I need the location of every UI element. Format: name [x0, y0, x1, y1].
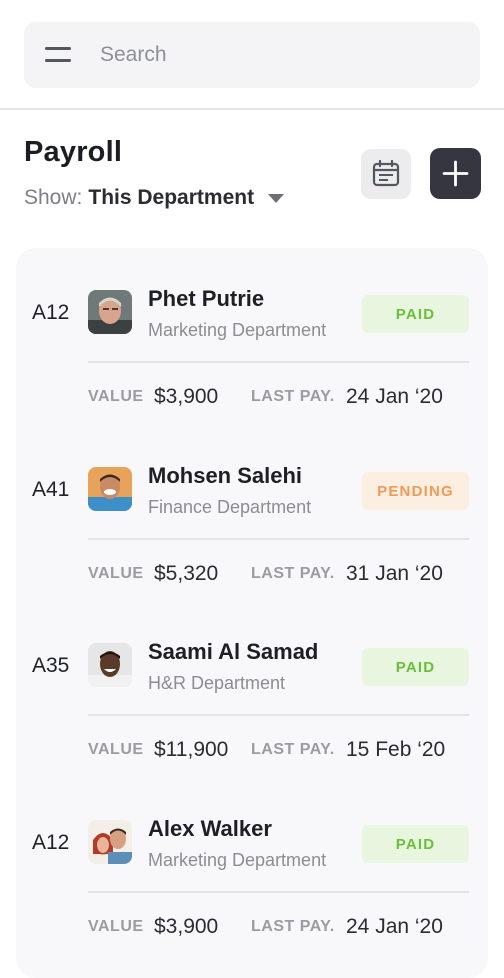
- row-divider: [88, 538, 469, 540]
- employee-name: Mohsen Salehi: [148, 463, 303, 488]
- last-pay-date: 24 Jan ‘20: [346, 915, 443, 938]
- row-divider: [88, 714, 469, 716]
- calendar-icon: [372, 160, 400, 187]
- avatar: [88, 467, 132, 511]
- employee-id: A12: [32, 301, 70, 324]
- calendar-button[interactable]: [361, 149, 411, 199]
- employee-department: Finance Department: [148, 497, 312, 517]
- search-input[interactable]: [100, 32, 460, 78]
- employee-id: A41: [32, 478, 70, 501]
- employee-department: H&R Department: [148, 673, 286, 693]
- payroll-item[interactable]: A12 Alex Walker Marketing Department PAI…: [16, 778, 488, 955]
- last-pay-date: 31 Jan ‘20: [346, 562, 443, 585]
- value-label: VALUE: [88, 741, 144, 758]
- employee-department: Marketing Department: [148, 850, 327, 870]
- caret-down-icon: [268, 193, 285, 203]
- plus-icon: [442, 160, 469, 187]
- payroll-item[interactable]: A12 Phet Putrie Marketing Department PAI…: [16, 248, 488, 425]
- menu-icon[interactable]: [45, 45, 71, 65]
- last-pay-label: LAST PAY.: [251, 918, 335, 935]
- employee-name: Alex Walker: [148, 816, 272, 841]
- department-filter-dropdown[interactable]: Show: This Department: [24, 186, 285, 210]
- page-title: Payroll: [24, 136, 123, 168]
- value-amount: $5,320: [154, 562, 219, 585]
- value-label: VALUE: [88, 388, 144, 405]
- last-pay-label: LAST PAY.: [251, 741, 335, 758]
- status-badge: PENDING: [362, 472, 469, 510]
- status-badge: PAID: [362, 825, 469, 863]
- show-label: Show:: [24, 186, 83, 209]
- show-value: This Department: [88, 186, 255, 209]
- last-pay-date: 24 Jan ‘20: [346, 385, 443, 408]
- value-amount: $3,900: [154, 915, 219, 938]
- avatar: [88, 290, 132, 334]
- payroll-list: A12 Phet Putrie Marketing Department PAI…: [16, 248, 488, 978]
- search-bar: [24, 22, 480, 88]
- employee-name: Saami Al Samad: [148, 639, 319, 664]
- last-pay-label: LAST PAY.: [251, 388, 335, 405]
- last-pay-date: 15 Feb ‘20: [346, 738, 446, 761]
- payroll-item[interactable]: A41 Mohsen Salehi Finance Department PEN…: [16, 425, 488, 602]
- status-badge: PAID: [362, 295, 469, 333]
- value-amount: $11,900: [154, 738, 229, 761]
- status-badge: PAID: [362, 648, 469, 686]
- avatar: [88, 643, 132, 687]
- payroll-item[interactable]: A35 Saami Al Samad H&R Department PAID V…: [16, 601, 488, 778]
- employee-department: Marketing Department: [148, 320, 327, 340]
- employee-name: Phet Putrie: [148, 286, 265, 311]
- row-divider: [88, 361, 469, 363]
- employee-id: A35: [32, 654, 70, 677]
- header-divider: [0, 108, 504, 110]
- value-label: VALUE: [88, 918, 144, 935]
- add-button[interactable]: [430, 148, 481, 199]
- employee-id: A12: [32, 831, 70, 854]
- value-amount: $3,900: [154, 385, 219, 408]
- value-label: VALUE: [88, 565, 144, 582]
- row-divider: [88, 891, 469, 893]
- avatar: [88, 820, 132, 864]
- last-pay-label: LAST PAY.: [251, 565, 335, 582]
